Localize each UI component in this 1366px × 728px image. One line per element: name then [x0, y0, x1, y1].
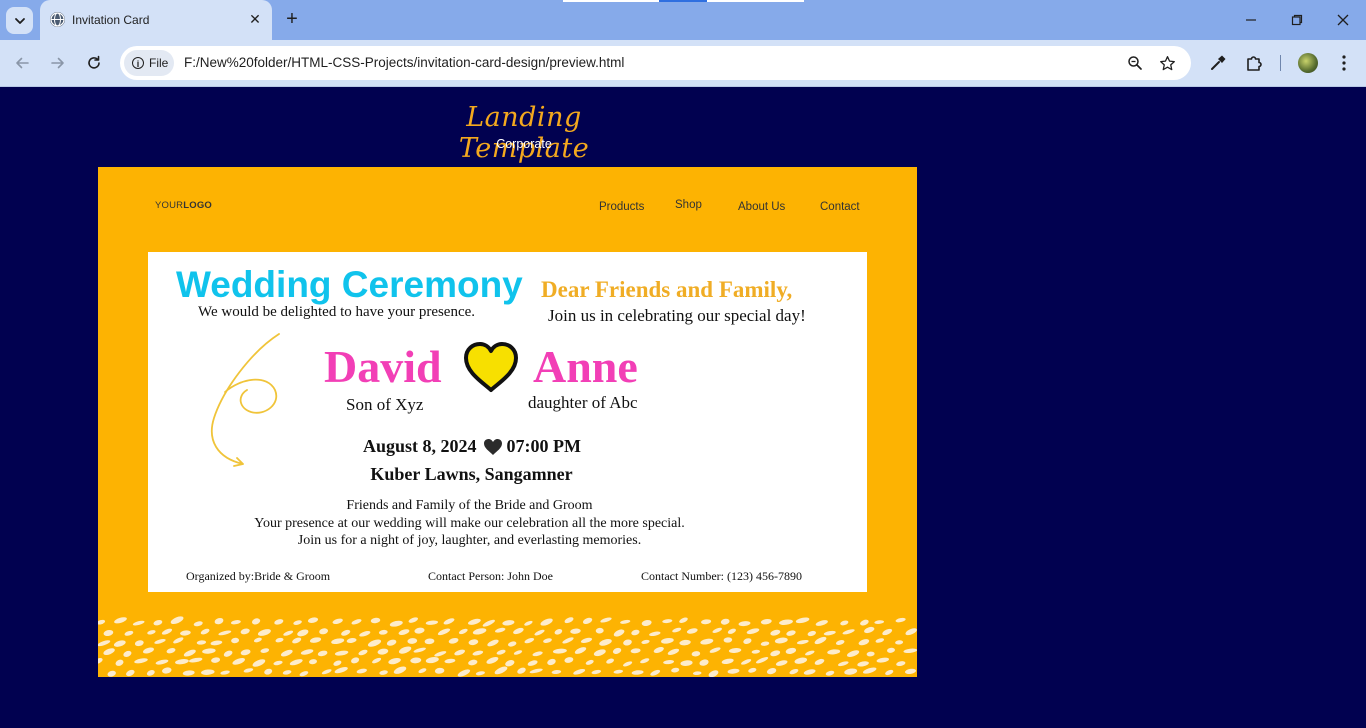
tab-title: Invitation Card	[72, 13, 150, 27]
minimize-icon[interactable]	[1238, 8, 1264, 32]
contact-person: Contact Person: John Doe	[428, 569, 553, 583]
bookmark-star-icon[interactable]	[1157, 53, 1177, 73]
site-info-label: File	[149, 56, 169, 70]
globe-icon	[50, 12, 65, 27]
event-time: 07:00 PM	[506, 436, 582, 456]
message-line-3: Join us for a night of joy, laughter, an…	[297, 533, 642, 548]
window-top-strip	[563, 0, 659, 2]
reload-button[interactable]	[82, 51, 106, 75]
heart-icon	[464, 342, 518, 392]
zoom-icon[interactable]	[1125, 53, 1145, 73]
invitation-panel: Wedding Ceremony We would be delighted t…	[148, 252, 867, 592]
chevron-down-icon	[14, 17, 25, 24]
small-heart-icon	[483, 438, 503, 456]
new-tab-button[interactable]: +	[282, 9, 302, 29]
brand-subtitle: Corporate	[496, 137, 552, 151]
ceremony-title: Wedding Ceremony	[176, 264, 523, 305]
url-text[interactable]: F:/New%20folder/HTML-CSS-Projects/invita…	[184, 55, 624, 70]
nav-products[interactable]: Products	[599, 201, 644, 213]
browser-tab[interactable]: Invitation Card ✕	[40, 0, 272, 40]
bride-parent: daughter of Abc	[528, 393, 638, 412]
eyedropper-icon[interactable]	[1207, 52, 1229, 74]
reload-icon	[88, 55, 100, 69]
nav-contact[interactable]: Contact	[820, 201, 860, 213]
decorative-curl-arrow-icon	[210, 333, 280, 467]
groom-name: David	[324, 341, 442, 392]
nav-about-us[interactable]: About Us	[738, 201, 785, 213]
nav-shop[interactable]: Shop	[675, 199, 702, 211]
window-top-strip-end	[707, 0, 804, 2]
logo-bold-text: LOGO	[183, 200, 213, 211]
extensions-puzzle-icon[interactable]	[1243, 52, 1265, 74]
site-info-chip[interactable]: i File	[124, 50, 174, 76]
browser-toolbar: i File F:/New%20folder/HTML-CSS-Projects…	[0, 40, 1366, 87]
profile-avatar[interactable]	[1298, 53, 1318, 73]
greeting-heading: Dear Friends and Family,	[541, 277, 793, 302]
logo-light-text: YOUR	[155, 200, 184, 211]
more-menu-icon[interactable]	[1333, 52, 1355, 74]
event-date: August 8, 2024	[363, 436, 477, 456]
greeting-subtext: Join us in celebrating our special day!	[548, 306, 806, 325]
forward-button[interactable]	[46, 51, 70, 75]
arrow-left-icon	[16, 57, 29, 69]
window-top-strip-accent	[659, 0, 707, 2]
tab-strip: Invitation Card ✕ +	[0, 0, 1366, 40]
contact-number: Contact Number: (123) 456-7890	[641, 569, 802, 583]
close-window-icon[interactable]	[1330, 8, 1356, 32]
tab-search-button[interactable]	[6, 7, 33, 34]
back-button[interactable]	[10, 51, 34, 75]
address-bar[interactable]: i File F:/New%20folder/HTML-CSS-Projects…	[120, 46, 1191, 80]
message-line-2: Your presence at our wedding will make o…	[254, 516, 685, 531]
bride-name: Anne	[533, 341, 638, 392]
event-venue: Kuber Lawns, Sangamner	[370, 464, 573, 484]
close-tab-icon[interactable]: ✕	[246, 10, 264, 28]
ceremony-subtitle: We would be delighted to have your prese…	[198, 304, 476, 320]
arrow-right-icon	[51, 57, 64, 69]
decorative-dash-pattern	[98, 616, 917, 677]
info-icon: i	[132, 57, 144, 69]
date-time-line: August 8, 2024 07:00 PM	[363, 436, 581, 457]
organized-by: Organized by:Bride & Groom	[186, 569, 331, 583]
restore-icon[interactable]	[1284, 8, 1310, 32]
message-line-1: Friends and Family of the Bride and Groo…	[346, 498, 593, 513]
invitation-card: YOURLOGO Products Shop About Us Contact …	[98, 167, 917, 677]
brand-title: Landing Template	[458, 102, 590, 164]
site-logo[interactable]: YOURLOGO	[155, 200, 212, 211]
toolbar-divider	[1280, 55, 1281, 71]
groom-parent: Son of Xyz	[346, 395, 424, 414]
